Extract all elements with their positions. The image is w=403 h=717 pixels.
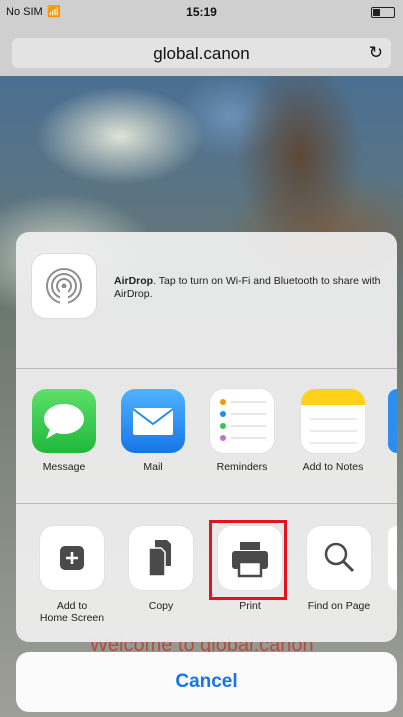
partial-app-icon[interactable] [388,389,397,453]
reminders-icon[interactable] [210,389,274,453]
share-app-label: Add to Notes [302,461,364,473]
action-label: Print [239,600,261,612]
status-bar: No SIM 📶 15:19 [0,0,403,24]
copy-icon[interactable] [129,526,193,590]
share-app-label: Reminders [216,461,268,473]
notes-icon[interactable] [301,389,365,453]
share-sheet: AirDrop. Tap to turn on Wi-Fi and Blueto… [16,232,397,642]
cancel-button[interactable]: Cancel [16,652,397,712]
airdrop-description: AirDrop. Tap to turn on Wi-Fi and Blueto… [114,275,384,301]
search-icon[interactable] [307,526,371,590]
action-label: Find on Page [307,600,371,612]
share-app-label: Message [42,461,86,473]
clock: 15:19 [186,5,217,19]
airdrop-icon[interactable] [32,254,96,318]
url-text: global.canon [153,44,250,63]
message-icon[interactable] [32,389,96,453]
address-bar[interactable]: global.canon ↻ [12,38,391,68]
print-highlight-box [209,520,287,600]
browser-toolbar: global.canon ↻ [0,24,403,76]
add-home-icon[interactable] [40,526,104,590]
share-app-label: Mail [143,461,163,473]
mail-icon[interactable] [121,389,185,453]
airdrop-section[interactable]: AirDrop. Tap to turn on Wi-Fi and Blueto… [16,232,397,368]
action-label: Add to Home Screen [39,600,105,624]
battery-icon [371,7,395,18]
airdrop-title: AirDrop [114,275,154,287]
share-actions-row[interactable]: Add to Home Screen Copy Print Find on Pa… [16,504,397,642]
partial-action-icon[interactable] [388,526,397,590]
airdrop-hint: . Tap to turn on Wi-Fi and Bluetooth to … [114,275,381,300]
share-apps-row[interactable]: Message Mail Reminders Add to Notes [16,369,397,503]
reload-icon[interactable]: ↻ [369,43,383,63]
action-label: Copy [148,600,174,612]
